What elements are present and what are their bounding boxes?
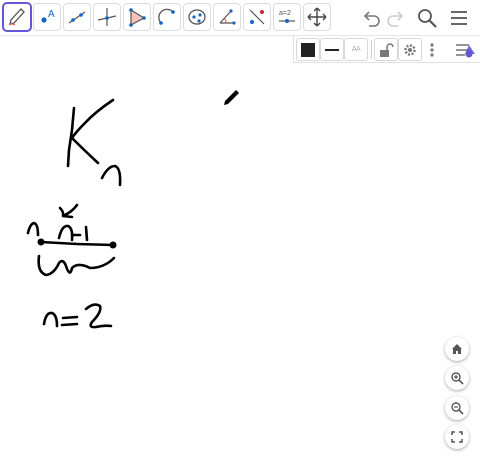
line-tool[interactable] [64,4,90,30]
redo-button[interactable] [383,5,409,31]
slider-tool-label: a=2 [279,10,291,17]
stroke-n-left [26,221,40,237]
undo-icon [363,11,380,27]
reflect-icon [249,9,265,25]
search-button[interactable] [414,5,440,31]
redo-icon [387,11,404,27]
point-icon: A [41,9,55,23]
perpendicular-line-icon [97,8,117,26]
home-button[interactable] [445,337,469,361]
line-icon [68,11,86,24]
point-tool[interactable]: A [34,4,60,30]
toolbar: A a=2 [0,0,480,36]
stroke-eq-two [84,303,113,329]
stroke-eq-top [61,315,79,320]
fullscreen-icon [451,431,463,443]
stroke-eq-bottom [60,322,79,327]
angle-tool[interactable] [214,4,240,30]
pencil-icon [224,90,239,105]
fraction-bar-right-point [109,241,117,249]
stroke-eq-n [42,311,59,328]
zoom-in-icon [451,372,464,385]
pen-tool[interactable] [4,4,30,30]
stroke-n-small [100,164,122,187]
circle-arc-icon [158,8,175,25]
graphics-view[interactable] [0,36,480,460]
move-graphics-tool[interactable] [304,4,330,30]
search-icon [418,9,437,28]
reflect-tool[interactable] [244,4,270,30]
zoom-in-button[interactable] [445,366,469,390]
circle-arc-tool[interactable] [154,4,180,30]
pen-icon [8,8,25,26]
ellipse-icon [188,9,206,25]
home-icon [452,344,462,354]
fraction-bar-left-point [37,238,45,246]
polygon-tool[interactable] [124,4,150,30]
stroke-numerator-n [57,224,74,242]
ellipse-tool[interactable] [184,4,210,30]
ink-strokes [26,98,122,329]
angle-icon [219,9,236,25]
perpendicular-line-tool[interactable] [94,4,120,30]
stroke-arrow [58,203,79,219]
geogebra-app: A a=2 AA [0,0,480,460]
stroke-denominator [37,254,116,277]
point-tool-label: A [48,9,55,20]
zoom-out-button[interactable] [445,396,469,420]
undo-button[interactable] [358,5,384,31]
menu-icon [451,11,467,25]
zoom-out-icon [451,402,464,415]
slider-tool[interactable]: a=2 [274,4,300,30]
polygon-icon [129,8,146,27]
slider-icon: a=2 [279,10,295,23]
fullscreen-button[interactable] [445,425,469,449]
stroke-fraction-bar [39,240,115,247]
stroke-numerator-one [84,225,89,242]
move-icon [307,7,327,27]
main-menu-button[interactable] [446,5,472,31]
stroke-k-arms [70,98,115,165]
